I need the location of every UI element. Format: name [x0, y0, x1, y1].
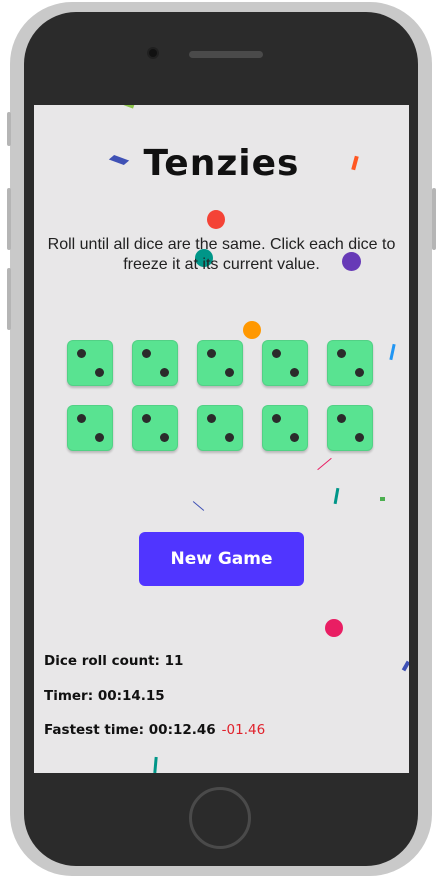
side-button-left-1 — [7, 112, 11, 146]
die[interactable] — [327, 340, 373, 386]
timer: Timer: 00:14.15 — [44, 688, 165, 704]
die[interactable] — [262, 405, 308, 451]
die-pip — [225, 368, 234, 377]
confetti-piece — [401, 660, 409, 672]
die-pip — [272, 414, 281, 423]
die-pip — [225, 433, 234, 442]
new-game-button[interactable]: New Game — [139, 532, 304, 586]
die-pip — [290, 368, 299, 377]
die-pip — [337, 349, 346, 358]
die-pip — [337, 414, 346, 423]
fastest-time-delta: -01.46 — [221, 722, 266, 738]
confetti-piece — [333, 487, 340, 505]
die-pip — [160, 368, 169, 377]
dice-grid — [67, 340, 377, 451]
die-pip — [77, 349, 86, 358]
page-title: Tenzies — [143, 143, 300, 184]
instructions-text: Roll until all dice are the same. Click … — [47, 236, 396, 273]
die-pip — [95, 433, 104, 442]
die-pip — [355, 433, 364, 442]
side-button-left-2 — [7, 188, 11, 250]
dice-roll-count: Dice roll count: 11 — [44, 653, 184, 669]
die-pip — [272, 349, 281, 358]
die[interactable] — [67, 340, 113, 386]
front-camera — [149, 49, 157, 57]
side-button-right — [432, 188, 436, 250]
confetti-piece — [389, 343, 396, 361]
app-screen: Tenzies Roll until all dice are the same… — [34, 105, 409, 773]
fastest-time: Fastest time: 00:12.46 -01.46 — [44, 722, 265, 738]
die[interactable] — [197, 340, 243, 386]
die-pip — [207, 414, 216, 423]
confetti-dot — [243, 321, 261, 339]
die[interactable] — [67, 405, 113, 451]
fastest-time-value: Fastest time: 00:12.46 — [44, 722, 216, 738]
confetti-dot — [207, 210, 225, 229]
confetti-piece — [192, 501, 205, 511]
die[interactable] — [132, 340, 178, 386]
die-pip — [160, 433, 169, 442]
confetti-dot — [325, 619, 343, 637]
confetti-piece — [153, 756, 158, 773]
die-pip — [95, 368, 104, 377]
die[interactable] — [262, 340, 308, 386]
die-pip — [142, 414, 151, 423]
confetti-piece — [317, 457, 332, 471]
die-pip — [142, 349, 151, 358]
confetti-piece — [380, 497, 385, 501]
confetti-piece — [123, 105, 135, 109]
die-pip — [355, 368, 364, 377]
die[interactable] — [132, 405, 178, 451]
earpiece-speaker — [189, 51, 263, 58]
die[interactable] — [197, 405, 243, 451]
side-button-left-3 — [7, 268, 11, 330]
die-pip — [290, 433, 299, 442]
die[interactable] — [327, 405, 373, 451]
die-pip — [207, 349, 216, 358]
die-pip — [77, 414, 86, 423]
home-button[interactable] — [189, 787, 251, 849]
